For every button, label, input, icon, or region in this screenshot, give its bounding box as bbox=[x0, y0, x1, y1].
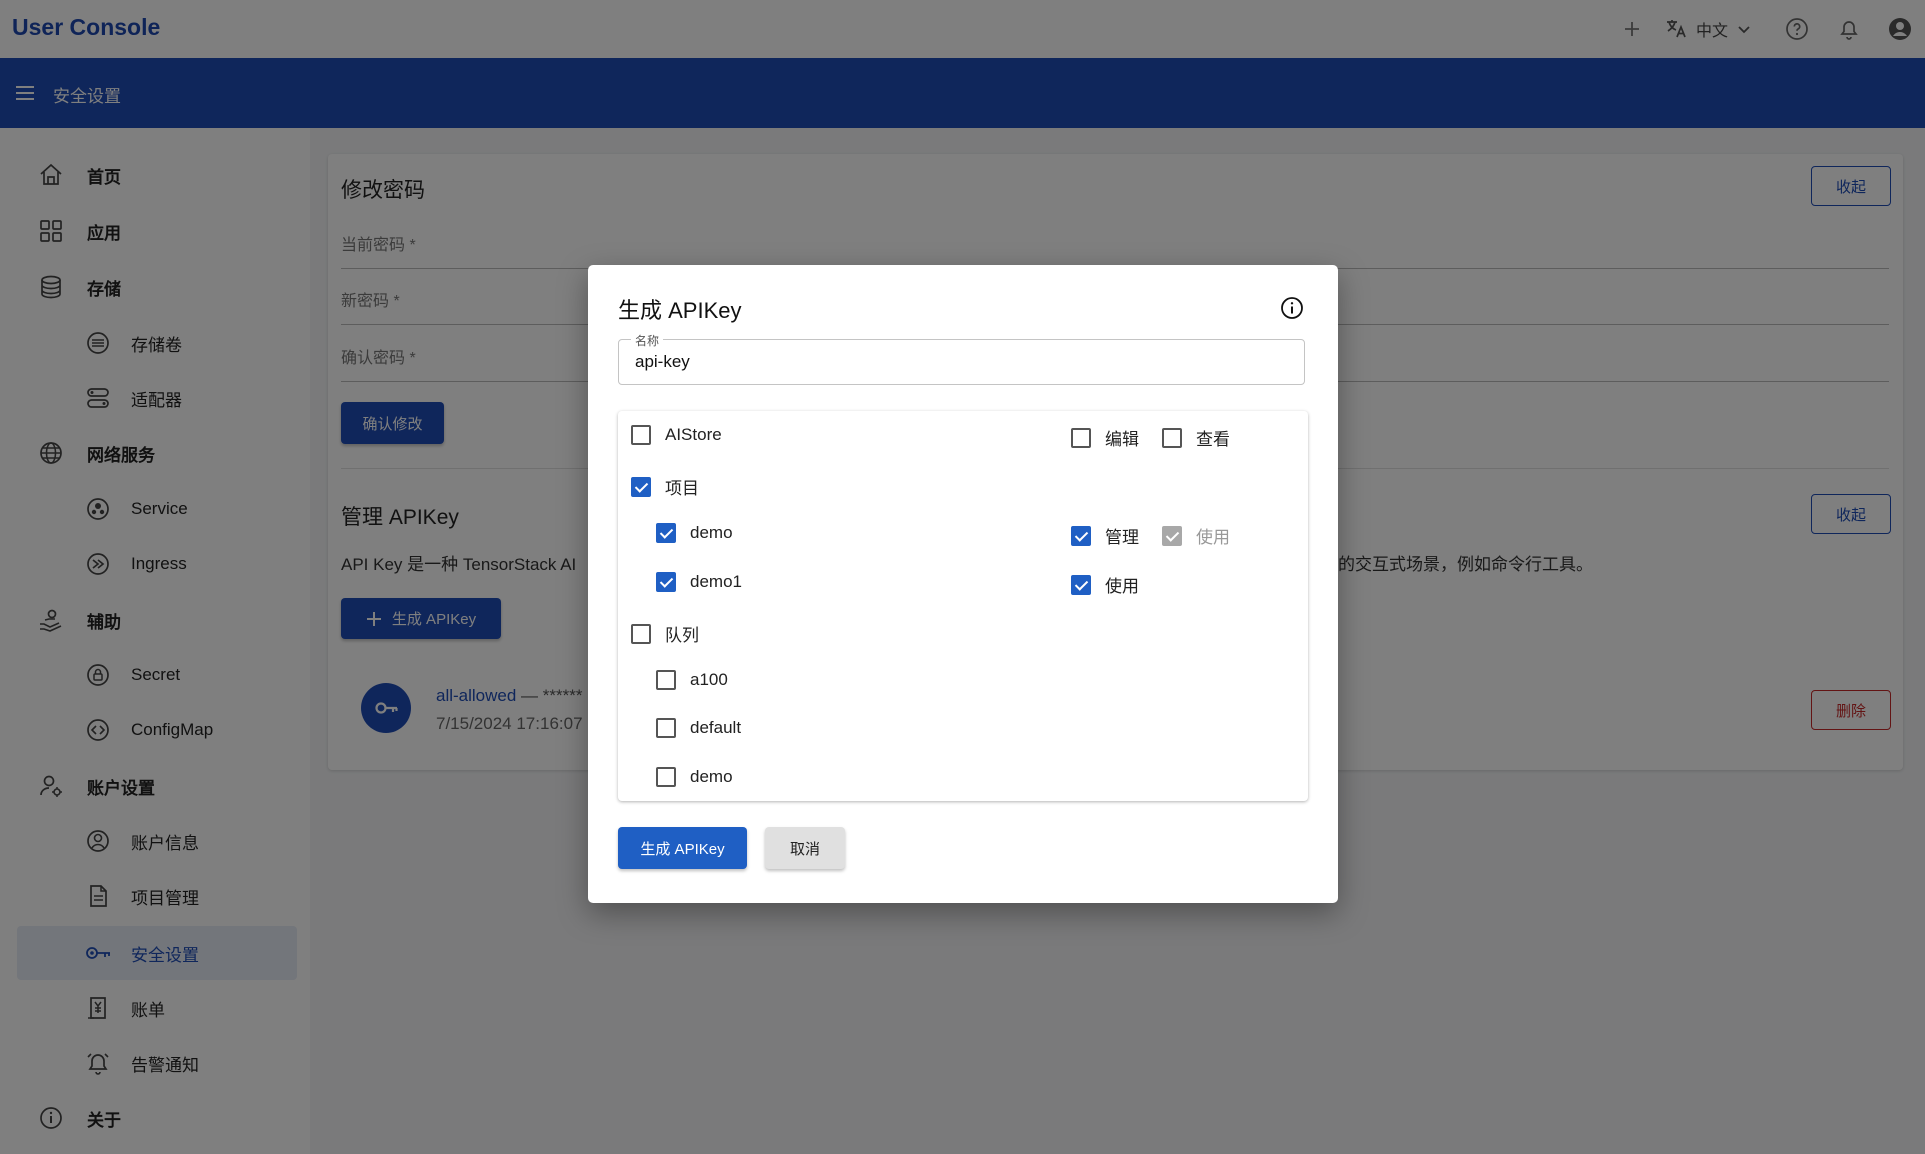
perm-aistore-view[interactable]: 查看 bbox=[1162, 425, 1230, 450]
aistore-view-checkbox[interactable] bbox=[1162, 427, 1182, 448]
project-demo1-checkbox[interactable] bbox=[656, 572, 676, 592]
dialog-generate-button[interactable]: 生成 APIKey bbox=[618, 827, 747, 869]
dialog-cancel-button[interactable]: 取消 bbox=[765, 827, 845, 869]
project-demo-manage-checkbox[interactable] bbox=[1071, 525, 1091, 546]
perm-queue-demo[interactable]: demo bbox=[656, 767, 733, 787]
perm-queues[interactable]: 队列 bbox=[631, 621, 699, 646]
perm-project-demo-manage[interactable]: 管理 bbox=[1071, 523, 1139, 548]
queues-checkbox[interactable] bbox=[631, 623, 651, 644]
perm-project-demo1-use[interactable]: 使用 bbox=[1071, 572, 1139, 597]
perm-queue-a100[interactable]: a100 bbox=[656, 670, 728, 690]
apikey-name-input[interactable]: 名称 api-key bbox=[618, 332, 1305, 385]
perm-project-demo-use: 使用 bbox=[1162, 523, 1230, 548]
perm-aistore-edit[interactable]: 编辑 bbox=[1071, 425, 1139, 450]
perm-aistore[interactable]: AIStore bbox=[631, 425, 722, 445]
aistore-checkbox[interactable] bbox=[631, 425, 651, 445]
queue-default-checkbox[interactable] bbox=[656, 718, 676, 738]
generate-apikey-dialog: 生成 APIKey 名称 api-key AIStore 编辑 查看 项目 de… bbox=[588, 265, 1338, 903]
aistore-edit-checkbox[interactable] bbox=[1071, 427, 1091, 448]
name-label: 名称 bbox=[631, 332, 664, 349]
dialog-title: 生成 APIKey bbox=[618, 298, 742, 323]
info-icon[interactable] bbox=[1280, 296, 1304, 320]
permissions-box: AIStore 编辑 查看 项目 demo 管理 使用 demo1 使用 队列 … bbox=[618, 411, 1308, 801]
perm-queue-default[interactable]: default bbox=[656, 718, 741, 738]
project-demo-checkbox[interactable] bbox=[656, 523, 676, 543]
project-demo1-use-checkbox[interactable] bbox=[1071, 574, 1091, 595]
perm-project-demo[interactable]: demo bbox=[656, 523, 733, 543]
projects-checkbox[interactable] bbox=[631, 476, 651, 497]
queue-demo-checkbox[interactable] bbox=[656, 767, 676, 787]
perm-projects[interactable]: 项目 bbox=[631, 474, 699, 499]
name-value: api-key bbox=[635, 352, 690, 371]
project-demo-use-checkbox bbox=[1162, 525, 1182, 546]
queue-a100-checkbox[interactable] bbox=[656, 670, 676, 690]
perm-project-demo1[interactable]: demo1 bbox=[656, 572, 742, 592]
